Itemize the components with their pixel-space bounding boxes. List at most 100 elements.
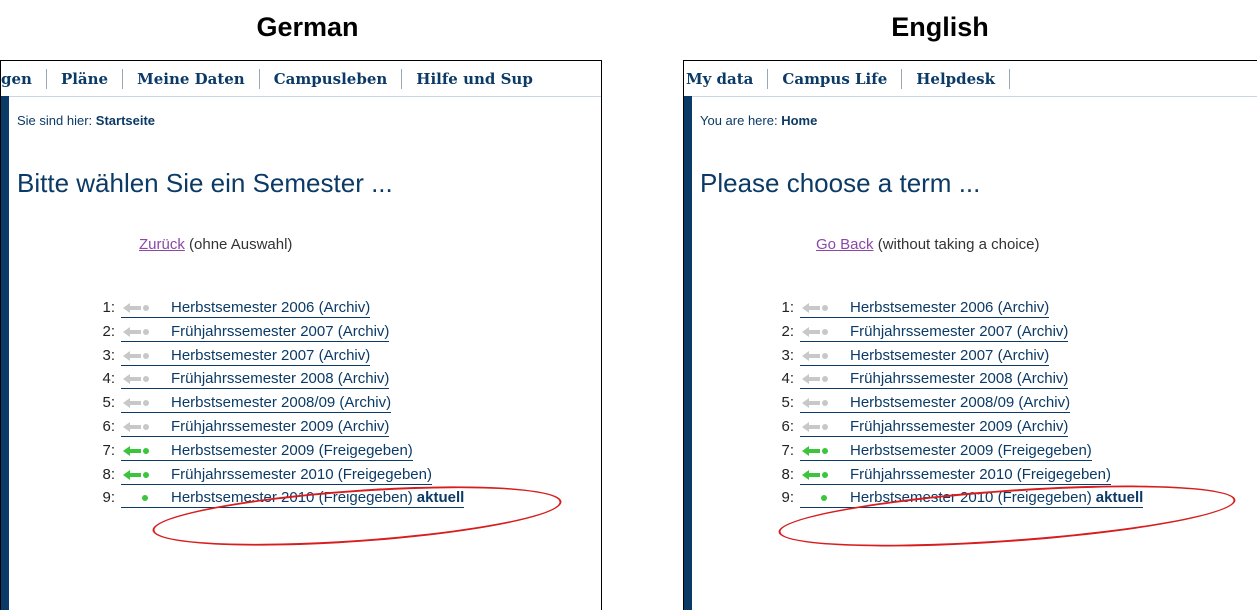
gray-arrow-icon: [123, 326, 149, 337]
gray-arrow-icon: [802, 398, 828, 409]
semester-link[interactable]: Herbstsemester 2009 (Freigegeben): [800, 442, 1092, 461]
semester-label: Frühjahrssemester 2009 (Archiv): [850, 417, 1069, 435]
breadcrumb-prefix: You are here:: [700, 113, 778, 128]
current-marker: aktuell: [416, 489, 465, 507]
semester-number: 1:: [102, 299, 115, 316]
semester-label: Herbstsemester 2006 (Archiv): [850, 299, 1050, 316]
semester-row: 5: Herbstsemester 2008/09 (Archiv): [770, 391, 1143, 415]
gray-arrow-icon: [123, 350, 149, 361]
nav-item-campusleben[interactable]: Campusleben: [260, 70, 402, 88]
semester-number: 7:: [781, 441, 794, 459]
semester-label: Herbstsemester 2009 (Freigegeben): [850, 441, 1092, 459]
semester-label: Herbstsemester 2007 (Archiv): [171, 346, 371, 364]
gray-arrow-icon: [123, 303, 149, 314]
semester-link[interactable]: Herbstsemester 2007 (Archiv): [121, 346, 371, 366]
semester-link[interactable]: Frühjahrssemester 2008 (Archiv): [121, 370, 390, 390]
semester-number: 9:: [781, 489, 794, 507]
gray-arrow-icon: [802, 422, 828, 433]
semester-row: 5: Herbstsemester 2008/09 (Archiv): [91, 391, 464, 415]
semester-number: 9:: [102, 489, 115, 507]
semester-row: 8: Frühjahrssemester 2010 (Freigegeben): [91, 463, 464, 487]
semester-link[interactable]: Herbstsemester 2010 (Freigegeben) aktuell: [800, 489, 1144, 509]
main-content: Sie sind hier: Startseite Bitte wählen S…: [9, 96, 601, 610]
semester-link[interactable]: Frühjahrssemester 2008 (Archiv): [800, 370, 1069, 390]
nav-item-gen[interactable]: gen: [1, 70, 46, 88]
semester-row: 9: Herbstsemester 2010 (Freigegeben) aktue…: [91, 486, 465, 510]
semester-link[interactable]: Herbstsemester 2009 (Freigegeben): [121, 442, 413, 461]
breadcrumb: You are here: Home: [700, 113, 817, 128]
semester-row: 2: Frühjahrssemester 2007 (Archiv): [91, 320, 464, 344]
semester-number: 2:: [102, 322, 115, 340]
left-sidebar-bar: [684, 96, 692, 610]
gray-arrow-icon: [802, 326, 828, 337]
semester-row: 4: Frühjahrssemester 2008 (Archiv): [770, 367, 1143, 391]
semester-number: 8:: [781, 465, 794, 483]
semester-number: 6:: [781, 417, 794, 435]
semester-link[interactable]: Frühjahrssemester 2009 (Archiv): [121, 418, 390, 437]
semester-row: 9: Herbstsemester 2010 (Freigegeben) aktue…: [770, 486, 1144, 510]
breadcrumb: Sie sind hier: Startseite: [17, 113, 155, 128]
semester-label: Herbstsemester 2006 (Archiv): [171, 299, 371, 316]
semester-number: 4:: [781, 370, 794, 388]
semester-number: 1:: [781, 299, 794, 316]
semester-label: Frühjahrssemester 2008 (Archiv): [850, 370, 1069, 388]
semester-row: 4: Frühjahrssemester 2008 (Archiv): [91, 367, 464, 391]
semester-link[interactable]: Herbstsemester 2010 (Freigegeben) aktuell: [121, 489, 465, 509]
semester-link[interactable]: Frühjahrssemester 2007 (Archiv): [121, 323, 390, 342]
semester-link[interactable]: Herbstsemester 2008/09 (Archiv): [121, 394, 392, 414]
semester-link[interactable]: Herbstsemester 2008/09 (Archiv): [800, 394, 1071, 414]
semester-row: 6: Frühjahrssemester 2009 (Archiv): [770, 415, 1143, 439]
semester-row: 1: Herbstsemester 2006 (Archiv): [91, 296, 464, 320]
nav-item-helpdesk[interactable]: Helpdesk: [902, 70, 1009, 88]
semester-number: 5:: [781, 394, 794, 412]
nav-item-hilfe[interactable]: Hilfe und Sup: [402, 70, 547, 88]
semester-number: 5:: [102, 394, 115, 412]
semester-link[interactable]: Frühjahrssemester 2010 (Freigegeben): [121, 466, 432, 485]
semester-list: 1: Herbstsemester 2006 (Archiv) 2: Frühjahr…: [91, 296, 465, 510]
semester-list: 1: Herbstsemester 2006 (Archiv) 2: Frühjahr…: [770, 296, 1144, 510]
semester-link[interactable]: Herbstsemester 2006 (Archiv): [800, 299, 1050, 318]
current-dot-icon: [142, 495, 148, 502]
nav-item-meine-daten[interactable]: Meine Daten: [123, 70, 259, 88]
semester-row: 7: Herbstsemester 2009 (Freigegeben): [91, 439, 464, 463]
semester-label: Herbstsemester 2010 (Freigegeben): [850, 489, 1092, 507]
semester-number: 7:: [102, 441, 115, 459]
semester-label: Herbstsemester 2010 (Freigegeben): [171, 489, 413, 507]
semester-row: 3: Herbstsemester 2007 (Archiv): [770, 344, 1143, 368]
gray-arrow-icon: [123, 374, 149, 385]
breadcrumb-prefix: Sie sind hier:: [17, 113, 93, 128]
nav-item-plaene[interactable]: Pläne: [47, 70, 122, 88]
back-note: (without taking a choice): [877, 236, 1040, 253]
green-arrow-icon: [802, 469, 828, 480]
breadcrumb-home-link[interactable]: Home: [781, 113, 817, 128]
english-screenshot: My data Campus Life Helpdesk You are her…: [683, 60, 1257, 610]
semester-row: 6: Frühjahrssemester 2009 (Archiv): [91, 415, 464, 439]
semester-link[interactable]: Frühjahrssemester 2010 (Freigegeben): [800, 466, 1111, 485]
semester-link[interactable]: Frühjahrssemester 2009 (Archiv): [800, 417, 1069, 437]
semester-label: Herbstsemester 2008/09 (Archiv): [171, 394, 392, 412]
semester-row: 3: Herbstsemester 2007 (Archiv): [91, 344, 464, 368]
gray-arrow-icon: [802, 303, 828, 314]
current-dot-icon: [821, 495, 827, 502]
semester-link[interactable]: Herbstsemester 2007 (Archiv): [800, 346, 1050, 366]
left-sidebar-bar: [1, 96, 9, 610]
breadcrumb-home-link[interactable]: Startseite: [96, 113, 155, 128]
green-arrow-icon: [123, 469, 149, 480]
semester-label: Herbstsemester 2007 (Archiv): [850, 346, 1050, 364]
semester-label: Frühjahrssemester 2010 (Freigegeben): [171, 465, 432, 483]
semester-link[interactable]: Frühjahrssemester 2007 (Archiv): [800, 323, 1069, 342]
back-note: (ohne Auswahl): [189, 236, 293, 253]
nav-item-my-data[interactable]: My data: [684, 70, 767, 88]
gray-arrow-icon: [123, 422, 149, 433]
semester-link[interactable]: Herbstsemester 2006 (Archiv): [121, 299, 371, 318]
semester-row: 8: Frühjahrssemester 2010 (Freigegeben): [770, 463, 1143, 487]
gray-arrow-icon: [802, 374, 828, 385]
semester-row: 2: Frühjahrssemester 2007 (Archiv): [770, 320, 1143, 344]
semester-number: 6:: [102, 417, 115, 435]
semester-number: 4:: [102, 370, 115, 388]
semester-label: Herbstsemester 2008/09 (Archiv): [850, 394, 1071, 412]
semester-label: Herbstsemester 2009 (Freigegeben): [171, 441, 413, 459]
back-link[interactable]: Zurück: [139, 236, 185, 253]
back-link[interactable]: Go Back: [816, 236, 874, 253]
nav-item-campus-life[interactable]: Campus Life: [768, 70, 901, 88]
